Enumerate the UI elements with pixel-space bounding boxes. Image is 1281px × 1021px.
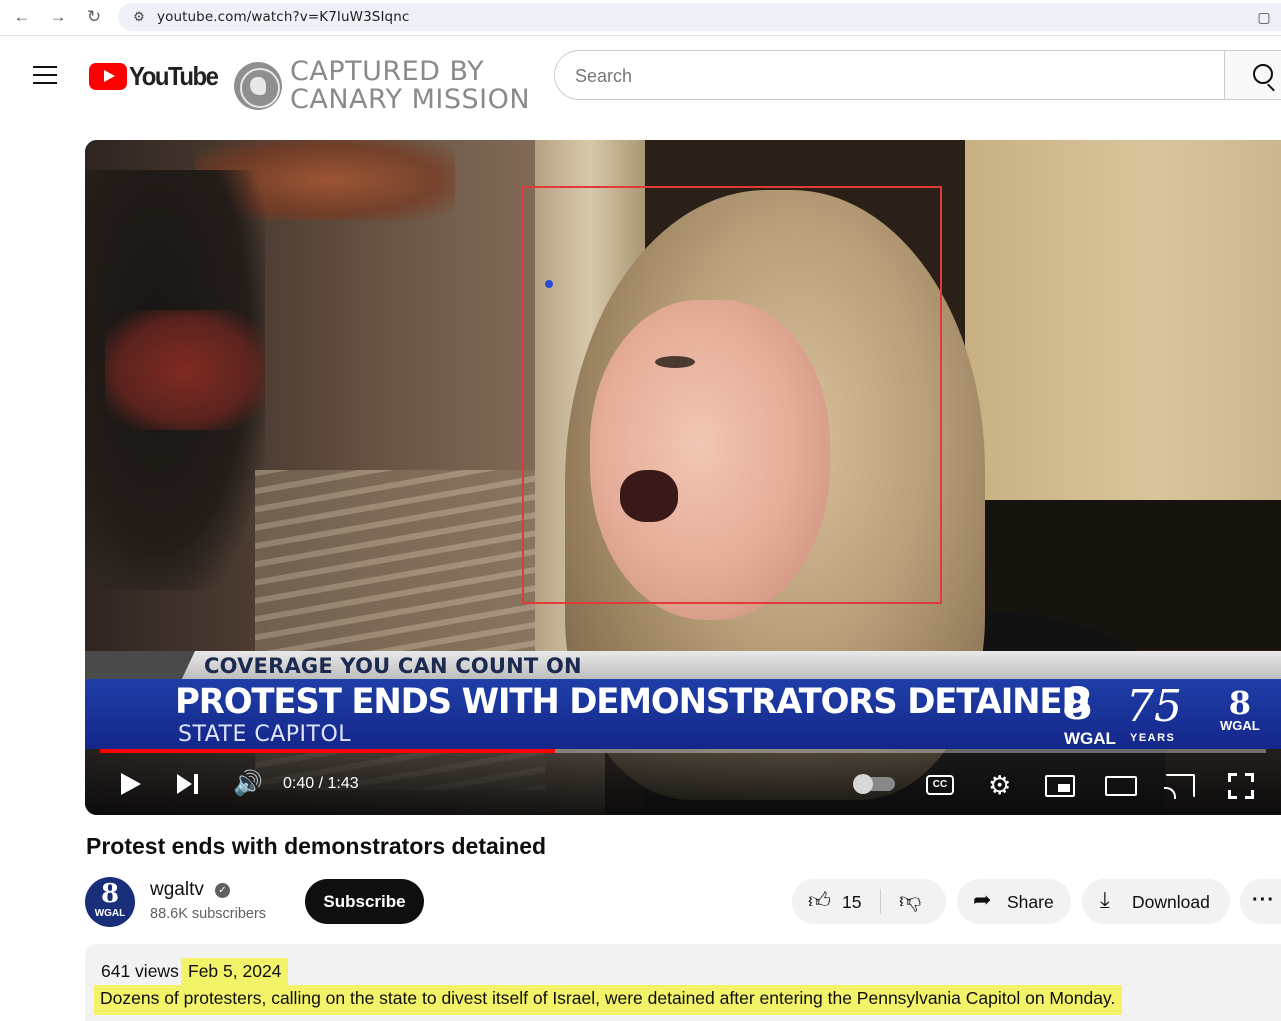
watermark-text: CAPTURED BY CANARY MISSION: [290, 58, 530, 114]
channel-name[interactable]: wgaltv: [150, 879, 204, 901]
canary-mission-logo-icon: [234, 62, 282, 110]
dislike-button[interactable]: 👎︎: [881, 879, 946, 924]
watermark-line-1: CAPTURED BY: [290, 56, 485, 87]
youtube-logo[interactable]: YouTube: [89, 61, 225, 92]
face-highlight-box: [522, 186, 942, 604]
search-input[interactable]: [575, 63, 1175, 89]
cursor-dot: [545, 280, 553, 288]
verified-check-icon: ✓: [215, 883, 230, 898]
lower-third-subline: STATE CAPITOL: [178, 722, 352, 747]
youtube-wordmark: YouTube: [129, 61, 219, 91]
subscribe-button[interactable]: Subscribe: [305, 879, 424, 924]
view-count: 641 views: [101, 961, 179, 981]
controls-bar: [85, 749, 1281, 815]
autoplay-toggle[interactable]: [853, 774, 895, 794]
share-icon: ➦: [973, 887, 992, 912]
wgal-corner-bug: 8 WGAL: [1220, 684, 1260, 733]
search-icon: [1253, 64, 1273, 84]
like-dislike-group: 👍︎ 15 👎︎: [792, 879, 946, 924]
progress-bar[interactable]: [100, 749, 1266, 753]
back-icon[interactable]: ←: [10, 6, 34, 28]
like-count: 15: [842, 892, 862, 912]
gear-icon[interactable]: ⚙: [988, 772, 1014, 798]
wgal-75-logo: 8 75 WGAL YEARS: [1062, 679, 1182, 748]
miniplayer-icon[interactable]: [1045, 775, 1075, 797]
thumbs-down-icon: 👎︎: [899, 888, 922, 913]
cast-icon[interactable]: [1164, 774, 1195, 799]
next-icon[interactable]: [177, 768, 201, 800]
progress-bar-fill: [100, 749, 555, 753]
hamburger-menu-icon[interactable]: [33, 66, 57, 84]
browser-toolbar: ← → ↻ ⚙ youtube.com/watch?v=K7IuW3SIqnc …: [0, 0, 1281, 36]
share-button[interactable]: ➦ Share: [957, 879, 1071, 924]
download-icon: ⤓: [1100, 887, 1110, 912]
more-dots-icon: ···: [1252, 889, 1275, 911]
reload-icon[interactable]: ↻: [82, 6, 106, 28]
captions-icon[interactable]: CC: [926, 775, 954, 795]
site-settings-icon[interactable]: ⚙: [130, 8, 148, 26]
watermark-line-2: CANARY MISSION: [290, 84, 531, 115]
address-bar[interactable]: ⚙ youtube.com/watch?v=K7IuW3SIqnc ▢: [118, 3, 1281, 31]
thumbs-up-icon: 👍︎: [808, 888, 831, 913]
more-actions-button[interactable]: ···: [1240, 879, 1281, 924]
time-display: 0:40 / 1:43: [283, 775, 359, 792]
download-button[interactable]: ⤓ Download: [1082, 879, 1230, 924]
play-icon[interactable]: [119, 768, 143, 800]
like-button[interactable]: 👍︎ 15: [792, 879, 880, 924]
lower-third-headline: PROTEST ENDS WITH DEMONSTRATORS DETAINED: [175, 682, 1090, 722]
channel-avatar[interactable]: 8 WGAL: [85, 877, 135, 927]
forward-icon[interactable]: →: [46, 6, 70, 28]
lower-third-kicker: COVERAGE YOU CAN COUNT ON: [204, 654, 582, 678]
volume-icon[interactable]: 🔊: [233, 768, 263, 800]
cast-tab-icon[interactable]: ▢: [1255, 8, 1273, 26]
theater-mode-icon[interactable]: [1105, 776, 1137, 796]
upload-date: Feb 5, 2024: [181, 958, 289, 985]
youtube-play-icon: [89, 63, 127, 90]
subscriber-count: 88.6K subscribers: [150, 906, 267, 922]
url-text[interactable]: youtube.com/watch?v=K7IuW3SIqnc: [157, 9, 409, 25]
description-text: Dozens of protesters, calling on the sta…: [94, 985, 1123, 1015]
search-box[interactable]: [554, 50, 1225, 100]
search-button[interactable]: [1224, 50, 1281, 100]
video-title: Protest ends with demonstrators detained: [86, 833, 547, 859]
fullscreen-icon[interactable]: [1228, 773, 1254, 799]
video-player[interactable]: COVERAGE YOU CAN COUNT ON PROTEST ENDS W…: [85, 140, 1281, 815]
